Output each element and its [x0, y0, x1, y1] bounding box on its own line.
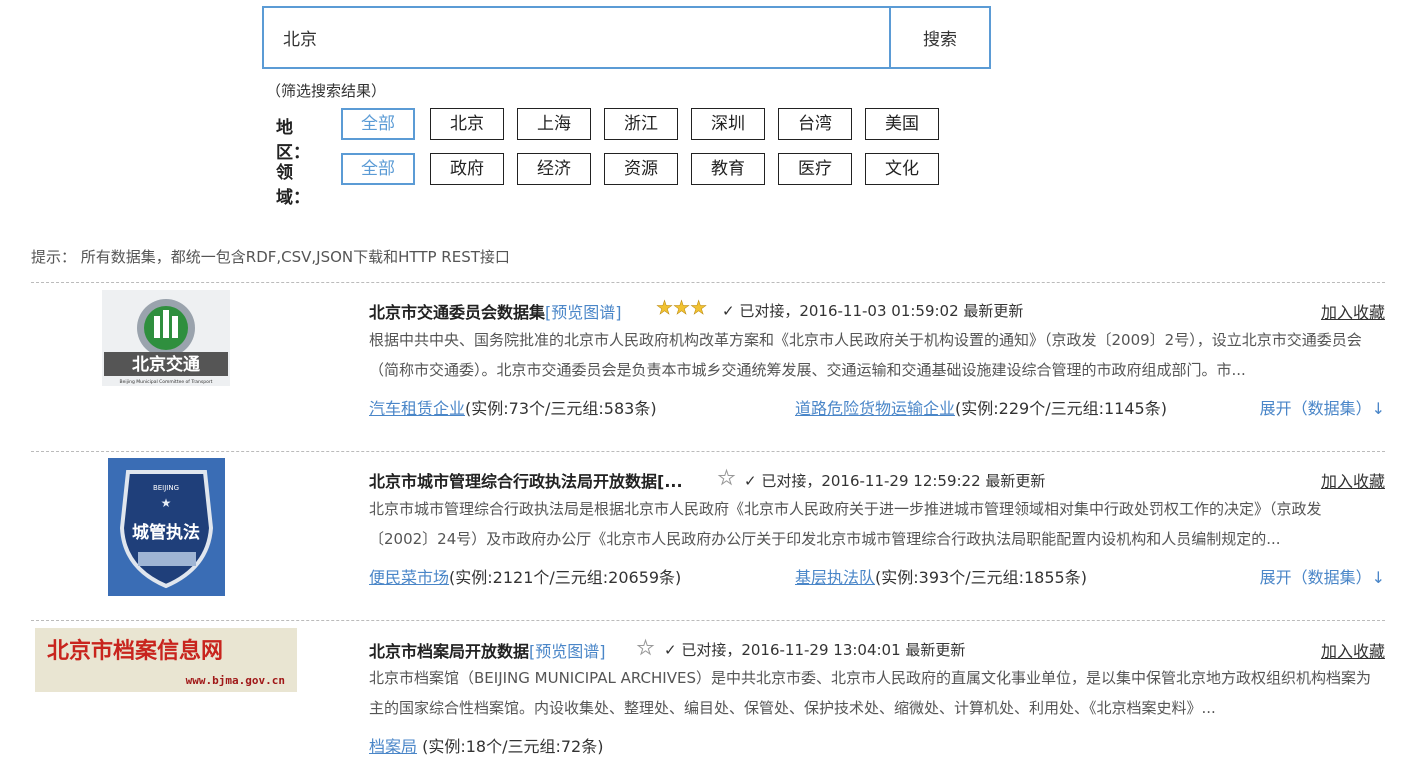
field-chip-medical[interactable]: 医疗	[778, 153, 852, 185]
dataset-link[interactable]: 档案局	[369, 737, 417, 756]
result-divider	[31, 451, 1385, 452]
result-title[interactable]: 北京市交通委员会数据集[预览图谱]	[369, 299, 622, 323]
rating-stars: ★★★	[656, 297, 708, 320]
archives-logo-sub: www.bjma.gov.cn	[186, 674, 285, 687]
region-chip-shenzhen[interactable]: 深圳	[691, 108, 765, 140]
star-icon: ★	[636, 637, 655, 660]
field-chip-culture[interactable]: 文化	[865, 153, 939, 185]
search-box: 搜索	[262, 6, 991, 69]
region-chip-taiwan[interactable]: 台湾	[778, 108, 852, 140]
result-description: 北京市城市管理综合行政执法局是根据北京市人民政府《北京市人民政府关于进一步推进城…	[369, 500, 1322, 548]
archives-logo-icon: 北京市档案信息网 www.bjma.gov.cn	[35, 628, 297, 692]
result-status: ✓ 已对接，2016-11-29 13:04:01 最新更新	[664, 641, 966, 659]
dataset-stat: 汽车租赁企业(实例:73个/三元组:583条)	[369, 399, 657, 418]
dataset-link[interactable]: 汽车租赁企业	[369, 399, 465, 418]
chengguan-logo-sub: BEIJING	[153, 484, 179, 492]
preview-graph-link[interactable]: [预览图谱]	[545, 303, 622, 322]
dataset-stat: 道路危险货物运输企业(实例:229个/三元组:1145条)	[795, 399, 1167, 418]
result-divider	[31, 282, 1385, 283]
transport-logo-sub: Beijing Municipal Committee of Transport	[120, 379, 213, 385]
dataset-link[interactable]: 基层执法队	[795, 568, 875, 587]
transport-logo-icon: 北京交通 Beijing Municipal Committee of Tran…	[104, 299, 228, 385]
star-icon: ★	[656, 297, 674, 320]
result-logo-transport: 北京交通 Beijing Municipal Committee of Tran…	[102, 290, 230, 386]
region-chip-usa[interactable]: 美国	[865, 108, 939, 140]
search-input[interactable]	[264, 8, 890, 67]
field-chip-all[interactable]: 全部	[341, 153, 415, 185]
result-status: ✓ 已对接，2016-11-03 01:59:02 最新更新	[722, 302, 1024, 320]
add-favorite-link[interactable]: 加入收藏	[1321, 638, 1385, 662]
result-title[interactable]: 北京市城市管理综合行政执法局开放数据[...	[369, 468, 683, 492]
search-button[interactable]: 搜索	[889, 8, 989, 67]
svg-text:★: ★	[161, 496, 172, 510]
region-chip-zhejiang[interactable]: 浙江	[604, 108, 678, 140]
star-icon: ★	[673, 297, 691, 320]
region-label: 地区：	[276, 118, 310, 163]
expand-datasets-link[interactable]: 展开（数据集）↓	[1260, 395, 1385, 419]
chengguan-logo-text: 城管执法	[132, 522, 200, 543]
rating-stars: ★	[636, 637, 655, 660]
result-status: ✓ 已对接，2016-11-29 12:59:22 最新更新	[744, 472, 1046, 490]
expand-datasets-link[interactable]: 展开（数据集）↓	[1260, 564, 1385, 588]
result-divider	[31, 620, 1385, 621]
field-chip-education[interactable]: 教育	[691, 153, 765, 185]
chengguan-logo-icon: BEIJING ★ 城管执法	[108, 458, 225, 596]
result-logo-archives: 北京市档案信息网 www.bjma.gov.cn	[35, 628, 297, 692]
region-chip-all[interactable]: 全部	[341, 108, 415, 140]
result-description: 北京市档案馆（BEIJING MUNICIPAL ARCHIVES）是中共北京市…	[369, 669, 1371, 717]
archives-logo-text: 北京市档案信息网	[47, 638, 223, 664]
result-title[interactable]: 北京市档案局开放数据[预览图谱]	[369, 638, 606, 662]
result-description: 根据中共中央、国务院批准的北京市人民政府机构改革方案和《北京市人民政府关于机构设…	[369, 331, 1362, 379]
field-chip-government[interactable]: 政府	[430, 153, 504, 185]
rating-stars: ★	[717, 467, 736, 490]
add-favorite-link[interactable]: 加入收藏	[1321, 299, 1385, 323]
add-favorite-link[interactable]: 加入收藏	[1321, 468, 1385, 492]
dataset-stat: 基层执法队(实例:393个/三元组:1855条)	[795, 568, 1087, 587]
field-chip-economy[interactable]: 经济	[517, 153, 591, 185]
result-logo-chengguan: BEIJING ★ 城管执法	[108, 458, 225, 596]
dataset-link[interactable]: 道路危险货物运输企业	[795, 399, 955, 418]
filter-hint: （筛选搜索结果）	[266, 82, 387, 100]
transport-logo-text: 北京交通	[132, 354, 200, 375]
field-label: 领域：	[276, 163, 310, 208]
dataset-stat: 便民菜市场(实例:2121个/三元组:20659条)	[369, 568, 682, 587]
region-chip-shanghai[interactable]: 上海	[517, 108, 591, 140]
star-icon: ★	[717, 467, 736, 490]
region-chip-beijing[interactable]: 北京	[430, 108, 504, 140]
star-icon: ★	[690, 297, 708, 320]
field-chip-resources[interactable]: 资源	[604, 153, 678, 185]
dataset-link[interactable]: 便民菜市场	[369, 568, 449, 587]
dataset-stat: 档案局 (实例:18个/三元组:72条)	[369, 737, 604, 756]
preview-graph-link[interactable]: [预览图谱]	[529, 642, 606, 661]
tip-text: 提示： 所有数据集，都统一包含RDF,CSV,JSON下载和HTTP REST接…	[31, 248, 510, 266]
